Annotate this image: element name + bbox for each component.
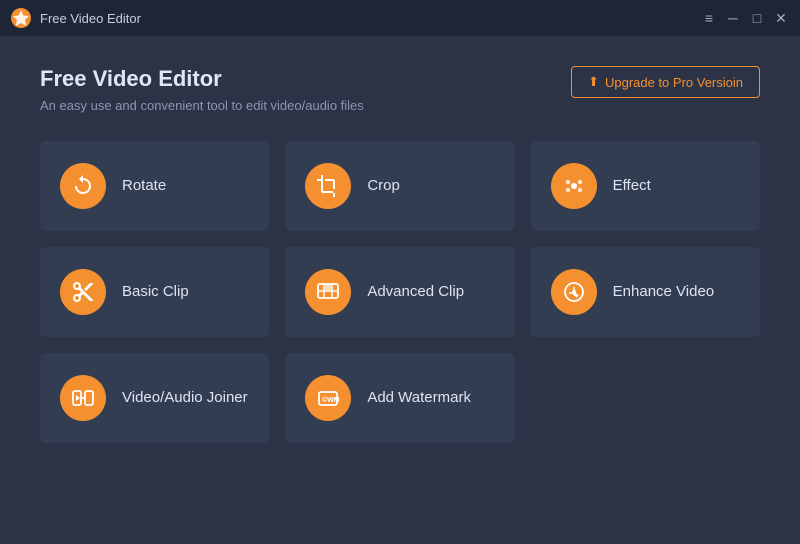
feature-card-video-audio-joiner[interactable]: Video/Audio Joiner	[40, 353, 269, 443]
joiner-icon-circle	[60, 375, 106, 421]
advanced-clip-icon-circle	[305, 269, 351, 315]
header-text-block: Free Video Editor An easy use and conven…	[40, 66, 364, 113]
joiner-icon	[71, 386, 95, 410]
maximize-button[interactable]: □	[748, 9, 766, 27]
app-logo-icon	[10, 7, 32, 29]
effect-label: Effect	[613, 176, 651, 196]
add-watermark-label: Add Watermark	[367, 388, 471, 408]
svg-text:©WM: ©WM	[322, 396, 340, 404]
feature-card-effect[interactable]: Effect	[531, 141, 760, 231]
rotate-icon	[71, 174, 95, 198]
titlebar: Free Video Editor ≡ ─ □ ✕	[0, 0, 800, 36]
titlebar-controls: ≡ ─ □ ✕	[700, 9, 790, 27]
basic-clip-label: Basic Clip	[122, 282, 189, 302]
effect-icon	[562, 174, 586, 198]
upgrade-button[interactable]: ⬆ Upgrade to Pro Versioin	[571, 66, 760, 98]
app-header: Free Video Editor An easy use and conven…	[40, 66, 760, 113]
feature-card-basic-clip[interactable]: Basic Clip	[40, 247, 269, 337]
enhance-icon	[562, 280, 586, 304]
rotate-label: Rotate	[122, 176, 166, 196]
crop-label: Crop	[367, 176, 400, 196]
rotate-icon-circle	[60, 163, 106, 209]
feature-grid: Rotate Crop Effect	[40, 141, 760, 443]
app-title: Free Video Editor	[40, 66, 364, 92]
watermark-icon: ©WM	[316, 386, 340, 410]
titlebar-left: Free Video Editor	[10, 7, 141, 29]
upgrade-icon: ⬆	[588, 74, 599, 90]
menu-button[interactable]: ≡	[700, 9, 718, 27]
main-content: Free Video Editor An easy use and conven…	[0, 36, 800, 473]
upgrade-label: Upgrade to Pro Versioin	[605, 75, 743, 90]
scissors-icon	[71, 280, 95, 304]
video-audio-joiner-label: Video/Audio Joiner	[122, 388, 248, 408]
effect-icon-circle	[551, 163, 597, 209]
advanced-clip-icon	[316, 280, 340, 304]
app-subtitle: An easy use and convenient tool to edit …	[40, 98, 364, 113]
feature-card-crop[interactable]: Crop	[285, 141, 514, 231]
crop-icon	[316, 174, 340, 198]
enhance-icon-circle	[551, 269, 597, 315]
watermark-icon-circle: ©WM	[305, 375, 351, 421]
minimize-button[interactable]: ─	[724, 9, 742, 27]
advanced-clip-label: Advanced Clip	[367, 282, 464, 302]
basic-clip-icon-circle	[60, 269, 106, 315]
feature-card-advanced-clip[interactable]: Advanced Clip	[285, 247, 514, 337]
close-button[interactable]: ✕	[772, 9, 790, 27]
crop-icon-circle	[305, 163, 351, 209]
titlebar-title: Free Video Editor	[40, 11, 141, 26]
feature-card-rotate[interactable]: Rotate	[40, 141, 269, 231]
feature-card-enhance-video[interactable]: Enhance Video	[531, 247, 760, 337]
enhance-video-label: Enhance Video	[613, 282, 714, 302]
feature-card-add-watermark[interactable]: ©WM Add Watermark	[285, 353, 514, 443]
